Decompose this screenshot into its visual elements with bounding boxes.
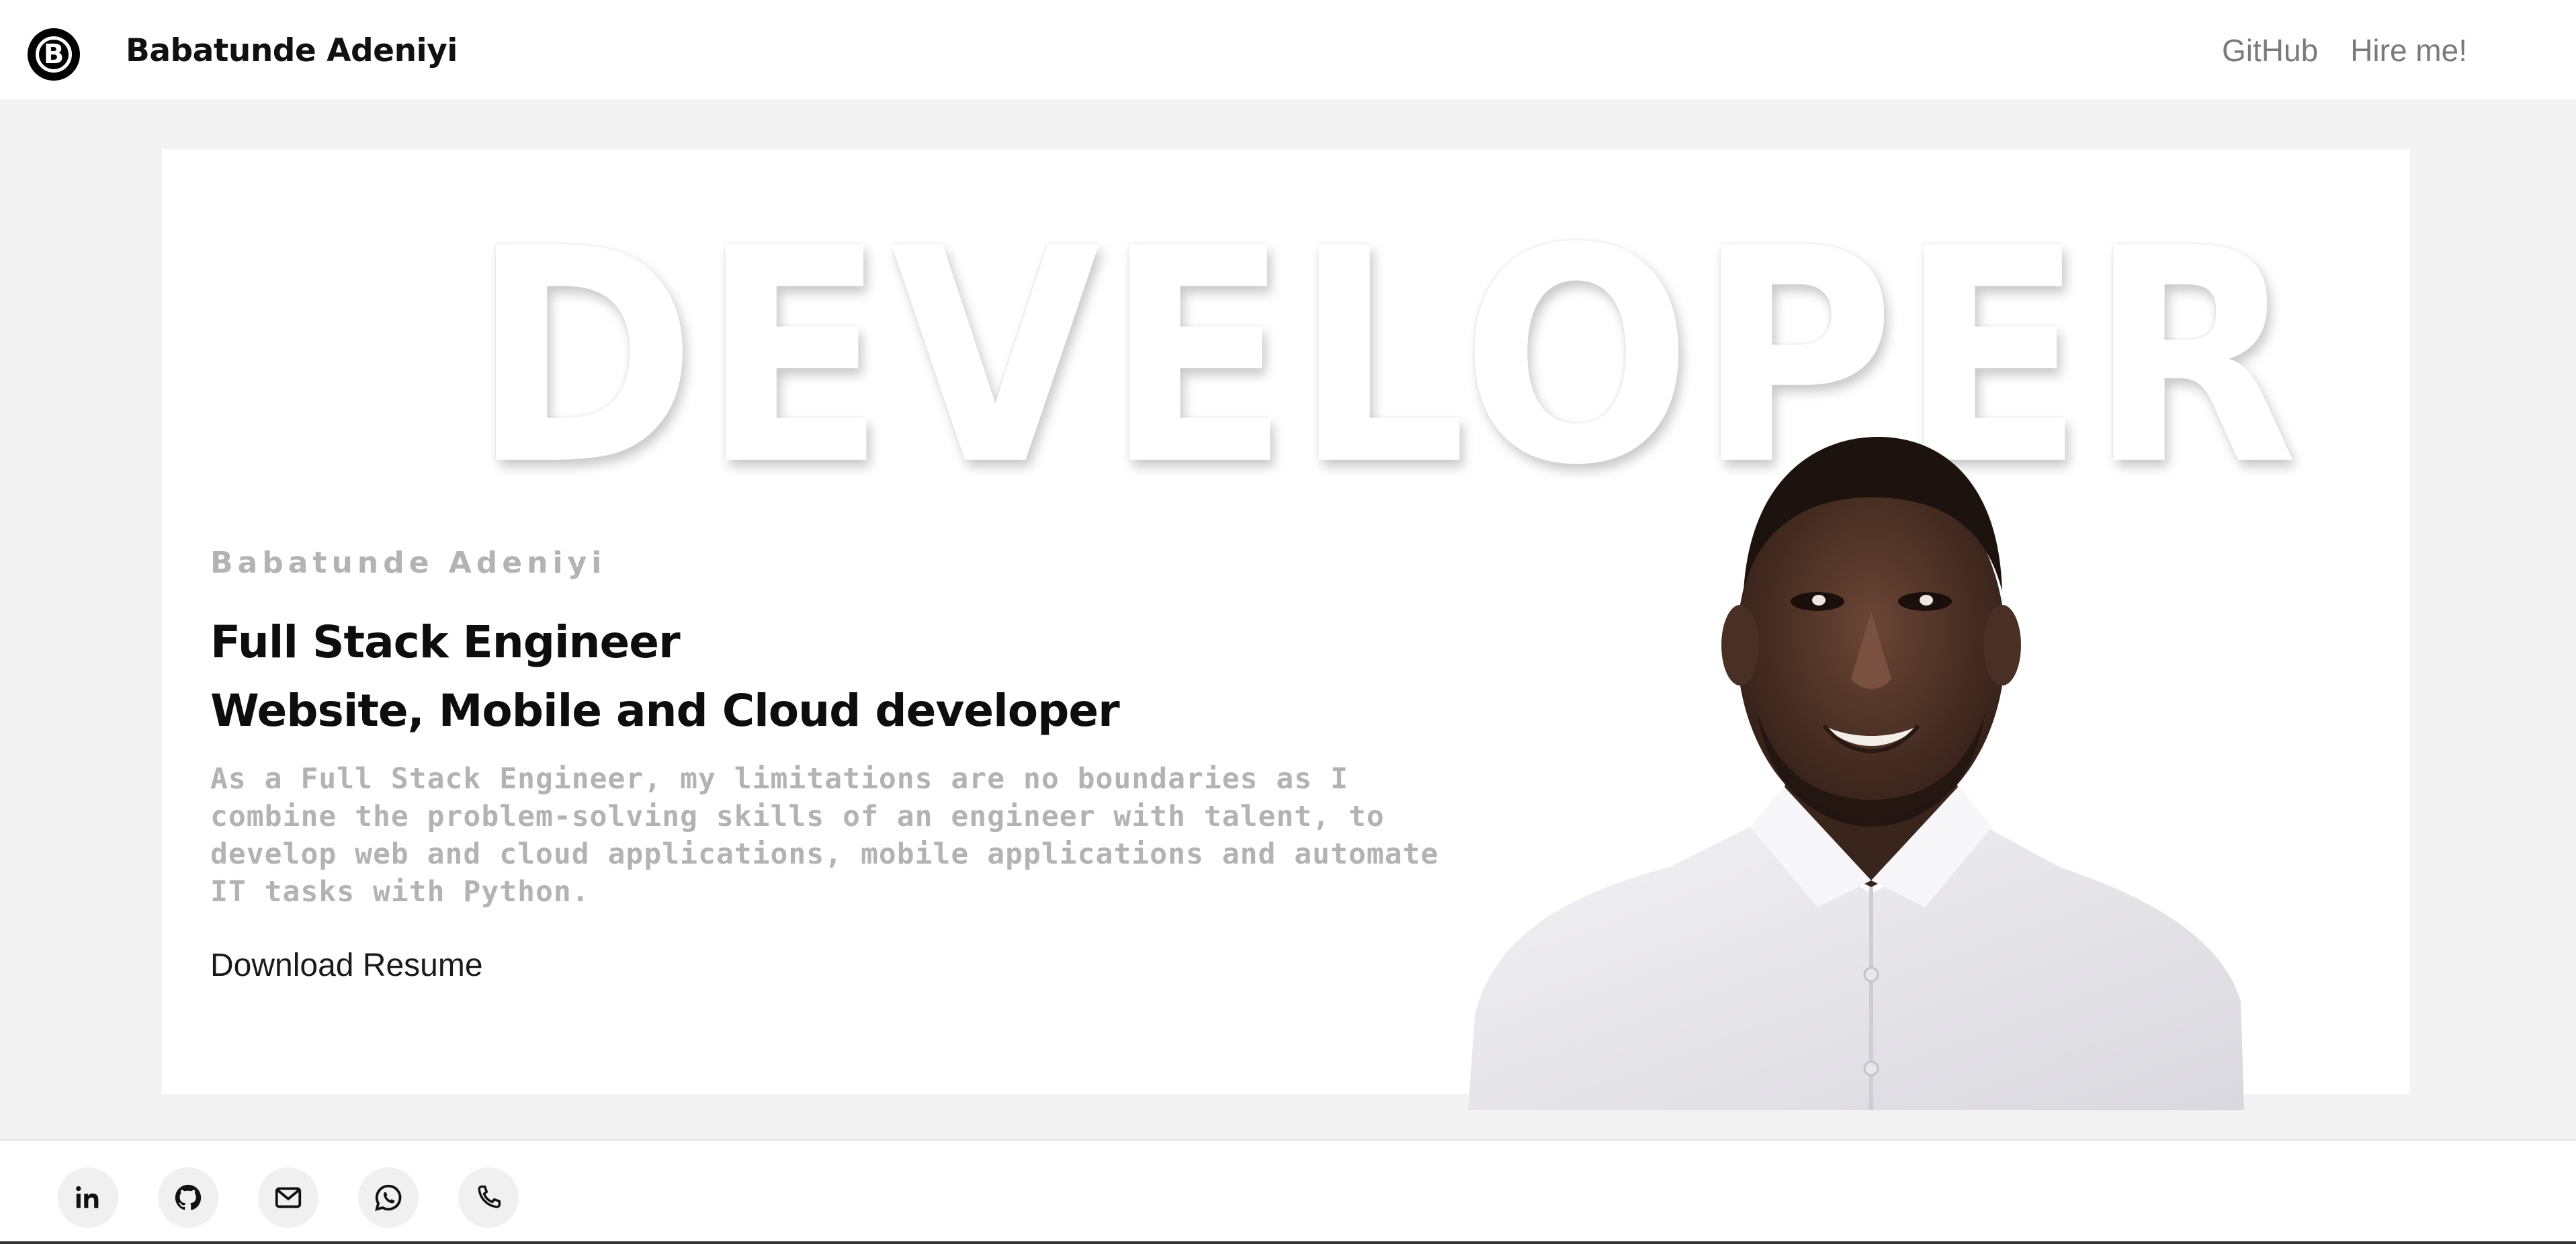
profile-photo bbox=[1468, 437, 2244, 1110]
hero-title-line-2: Website, Mobile and Cloud developer bbox=[210, 685, 1120, 737]
whatsapp-icon bbox=[375, 1184, 402, 1211]
download-resume-button[interactable]: Download Resume bbox=[210, 947, 483, 984]
top-navbar: B Babatunde Adeniyi GitHub Hire me! bbox=[0, 0, 2576, 99]
phone-icon bbox=[478, 1185, 501, 1208]
github-button[interactable] bbox=[158, 1167, 218, 1228]
brand-logo-letter: B bbox=[36, 36, 72, 73]
nav-links: GitHub Hire me! bbox=[2222, 32, 2467, 69]
whatsapp-button[interactable] bbox=[358, 1167, 419, 1228]
linkedin-icon bbox=[76, 1186, 99, 1208]
hero-text-block: Babatunde Adeniyi Full Stack Engineer We… bbox=[210, 546, 1453, 984]
mail-button[interactable] bbox=[258, 1167, 318, 1228]
nav-link-hire-me[interactable]: Hire me! bbox=[2350, 32, 2467, 69]
nav-link-github[interactable]: GitHub bbox=[2222, 32, 2318, 69]
hero-name: Babatunde Adeniyi bbox=[210, 546, 607, 580]
brand-logo[interactable]: B bbox=[28, 28, 80, 81]
github-icon bbox=[175, 1184, 202, 1210]
social-footer-bar bbox=[0, 1139, 2576, 1244]
social-links bbox=[58, 1167, 519, 1228]
brand-name[interactable]: Babatunde Adeniyi bbox=[126, 32, 458, 69]
hero-title-line-1: Full Stack Engineer bbox=[210, 616, 681, 668]
hero-description: As a Full Stack Engineer, my limitations… bbox=[210, 762, 1439, 909]
mail-icon bbox=[275, 1187, 302, 1208]
linkedin-button[interactable] bbox=[58, 1167, 118, 1228]
phone-button[interactable] bbox=[458, 1167, 519, 1228]
